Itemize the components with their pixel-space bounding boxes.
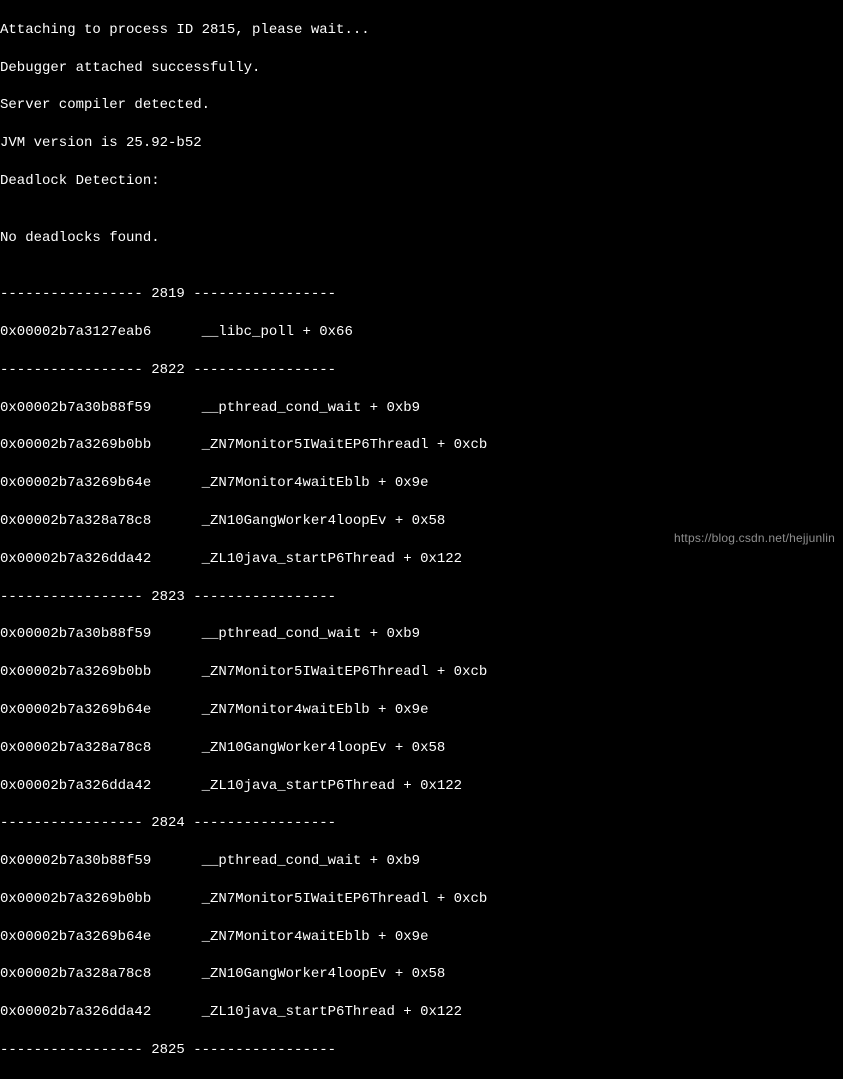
stack-frame: 0x00002b7a30b88f59 __pthread_cond_wait +…: [0, 852, 843, 871]
header-attaching: Attaching to process ID 2815, please wai…: [0, 21, 843, 40]
stack-frame: 0x00002b7a326dda42 _ZL10java_startP6Thre…: [0, 1003, 843, 1022]
stack-frame: 0x00002b7a3269b0bb _ZN7Monitor5IWaitEP6T…: [0, 663, 843, 682]
stack-frame: 0x00002b7a30b88f59 __pthread_cond_wait +…: [0, 399, 843, 418]
stack-frame: 0x00002b7a3269b64e _ZN7Monitor4waitEblb …: [0, 701, 843, 720]
stack-frame: 0x00002b7a3269b0bb _ZN7Monitor5IWaitEP6T…: [0, 890, 843, 909]
thread-separator-2824: ----------------- 2824 -----------------: [0, 814, 843, 833]
thread-separator-2825: ----------------- 2825 -----------------: [0, 1041, 843, 1060]
header-jvm-version: JVM version is 25.92-b52: [0, 134, 843, 153]
no-deadlocks-found: No deadlocks found.: [0, 229, 843, 248]
stack-frame: 0x00002b7a328a78c8 _ZN10GangWorker4loopE…: [0, 739, 843, 758]
stack-frame: 0x00002b7a326dda42 _ZL10java_startP6Thre…: [0, 777, 843, 796]
stack-frame: 0x00002b7a3269b0bb _ZN7Monitor5IWaitEP6T…: [0, 436, 843, 455]
stack-frame: 0x00002b7a328a78c8 _ZN10GangWorker4loopE…: [0, 965, 843, 984]
thread-separator-2823: ----------------- 2823 -----------------: [0, 588, 843, 607]
watermark-url: https://blog.csdn.net/hejjunlin: [674, 530, 835, 546]
stack-frame: 0x00002b7a30b88f59 __pthread_cond_wait +…: [0, 625, 843, 644]
stack-frame: 0x00002b7a326dda42 _ZL10java_startP6Thre…: [0, 550, 843, 569]
thread-separator-2822: ----------------- 2822 -----------------: [0, 361, 843, 380]
header-attached: Debugger attached successfully.: [0, 59, 843, 78]
stack-frame: 0x00002b7a3127eab6 __libc_poll + 0x66: [0, 323, 843, 342]
thread-separator-2819: ----------------- 2819 -----------------: [0, 285, 843, 304]
stack-frame: 0x00002b7a328a78c8 _ZN10GangWorker4loopE…: [0, 512, 843, 531]
stack-frame: 0x00002b7a3269b64e _ZN7Monitor4waitEblb …: [0, 928, 843, 947]
deadlock-detection-title: Deadlock Detection:: [0, 172, 843, 191]
stack-frame: 0x00002b7a3269b64e _ZN7Monitor4waitEblb …: [0, 474, 843, 493]
header-compiler: Server compiler detected.: [0, 96, 843, 115]
